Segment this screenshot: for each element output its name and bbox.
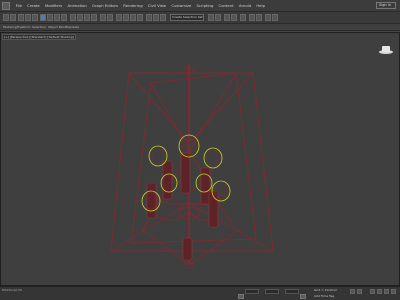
percent-snap-icon[interactable] <box>130 14 136 21</box>
candle-sleeve <box>162 160 173 200</box>
chandelier-wireframe <box>110 63 274 269</box>
curve-editor-icon[interactable] <box>224 14 230 21</box>
rendered-frame-window-icon[interactable] <box>256 14 262 21</box>
maximize-viewport-icon[interactable] <box>391 289 396 294</box>
window-crossing-icon[interactable] <box>61 14 67 21</box>
menu-scripting[interactable]: Scripting <box>194 3 216 8</box>
tab-selection[interactable]: Selection <box>32 25 46 29</box>
main-toolbar: Create Selection Set <box>0 12 400 24</box>
maxscript-listener[interactable]: MAXScript Mi <box>2 288 42 293</box>
menu-arnold[interactable]: Arnold <box>236 3 253 8</box>
app-logo-icon[interactable] <box>2 2 10 10</box>
schematic-view-icon[interactable] <box>231 14 237 21</box>
selection-set-dropdown[interactable]: Create Selection Set <box>170 14 204 21</box>
cage-strut <box>128 72 190 144</box>
play-icon[interactable] <box>350 289 355 294</box>
add-time-tag[interactable]: Add Time Tag <box>314 294 334 298</box>
bind-icon[interactable] <box>32 14 38 21</box>
region-select-icon[interactable] <box>54 14 60 21</box>
spinner-snap-icon[interactable] <box>137 14 143 21</box>
menu-list: File Create Modifiers Animation Graph Ed… <box>13 3 268 8</box>
menu-rendering[interactable]: Rendering <box>121 3 146 8</box>
align-icon[interactable] <box>160 14 166 21</box>
z-coordinate-field[interactable] <box>285 289 299 294</box>
placement-icon[interactable] <box>91 14 97 21</box>
render-iterative-icon[interactable] <box>272 14 278 21</box>
zoom-icon[interactable] <box>370 289 375 294</box>
menu-help[interactable]: Help <box>254 3 268 8</box>
x-coordinate-field[interactable] <box>245 289 259 294</box>
tab-populate[interactable]: Populate <box>66 25 79 29</box>
bulb <box>206 149 220 167</box>
candle-sleeve <box>200 167 211 205</box>
material-editor-icon[interactable] <box>240 14 246 21</box>
candle-sleeve <box>182 237 193 261</box>
select-object-icon[interactable] <box>40 14 46 21</box>
menu-bar: File Create Modifiers Animation Graph Ed… <box>0 0 400 12</box>
render-production-icon[interactable] <box>265 14 271 21</box>
cage-strut <box>150 82 232 224</box>
menu-graph-editors[interactable]: Graph Editors <box>89 3 120 8</box>
pivot-center-icon[interactable] <box>107 14 113 21</box>
toggle-ribbon-icon[interactable] <box>215 14 221 21</box>
tab-object-paint[interactable]: Object Paint <box>48 25 66 29</box>
reference-coordinate-icon[interactable] <box>100 14 106 21</box>
tab-freeform[interactable]: Freeform <box>17 25 30 29</box>
next-frame-icon[interactable] <box>357 289 362 294</box>
edit-named-selection-icon[interactable] <box>146 14 152 21</box>
render-setup-icon[interactable] <box>249 14 255 21</box>
unlink-icon[interactable] <box>25 14 31 21</box>
candle-sleeve <box>180 152 191 194</box>
menu-create[interactable]: Create <box>25 3 43 8</box>
arm <box>150 210 190 221</box>
sign-in-button[interactable]: Sign In <box>376 2 396 9</box>
status-bar: MAXScript Mi Grid = 10,0mm Add Time Tag <box>0 286 400 300</box>
perspective-viewport[interactable]: [+] [Perspective] [Standard] [Default Sh… <box>0 32 400 286</box>
ribbon-tabs: Modeling Freeform Selection Object Paint… <box>0 24 400 31</box>
menu-file[interactable]: File <box>13 3 25 8</box>
move-icon[interactable] <box>70 14 76 21</box>
scale-icon[interactable] <box>84 14 90 21</box>
menu-customize[interactable]: Customize <box>169 3 194 8</box>
redo-icon[interactable] <box>10 14 16 21</box>
layer-explorer-icon[interactable] <box>208 14 214 21</box>
rotate-icon[interactable] <box>77 14 83 21</box>
mirror-icon[interactable] <box>153 14 159 21</box>
tab-modeling[interactable]: Modeling <box>3 25 17 29</box>
select-by-name-icon[interactable] <box>47 14 53 21</box>
angle-snap-icon[interactable] <box>123 14 129 21</box>
grid-readout: Grid = 10,0mm <box>314 288 338 292</box>
cage-frame <box>110 72 274 252</box>
undo-icon[interactable] <box>3 14 9 21</box>
snap-toggle-icon[interactable] <box>116 14 122 21</box>
candle-sleeve <box>146 182 157 219</box>
pan-icon[interactable] <box>377 289 382 294</box>
set-key-icon[interactable] <box>300 294 306 299</box>
menu-modifiers[interactable]: Modifiers <box>42 3 65 8</box>
cage-strut <box>188 202 274 252</box>
cage-strut <box>140 227 190 266</box>
orbit-icon[interactable] <box>384 289 389 294</box>
menu-animation[interactable]: Animation <box>65 3 90 8</box>
y-coordinate-field[interactable] <box>265 289 279 294</box>
link-icon[interactable] <box>18 14 24 21</box>
menu-civil-view[interactable]: Civil View <box>145 3 168 8</box>
bulb <box>151 147 165 165</box>
cage-strut <box>188 227 242 266</box>
menu-content[interactable]: Content <box>216 3 236 8</box>
auto-key-icon[interactable] <box>238 294 244 299</box>
